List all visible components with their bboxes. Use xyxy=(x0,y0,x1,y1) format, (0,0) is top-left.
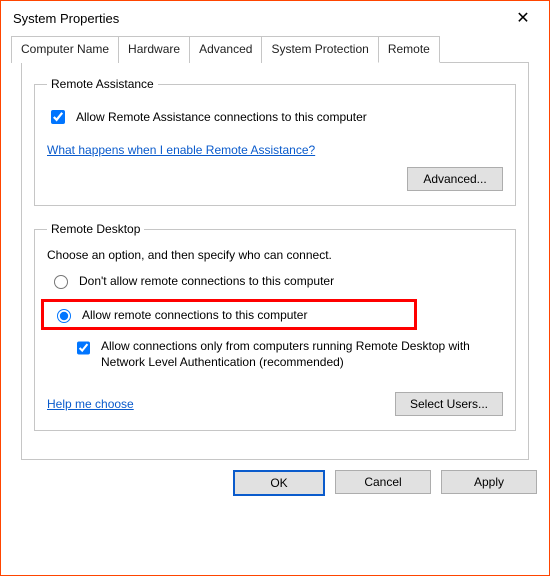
radio-allow-remote[interactable] xyxy=(57,309,71,323)
window-title: System Properties xyxy=(13,11,119,26)
legend-remote-desktop: Remote Desktop xyxy=(47,222,144,236)
highlight-allow-remote: Allow remote connections to this compute… xyxy=(41,299,417,330)
tab-strip: Computer Name Hardware Advanced System P… xyxy=(11,35,539,62)
button-select-users[interactable]: Select Users... xyxy=(395,392,503,416)
label-allow-remote-assistance: Allow Remote Assistance connections to t… xyxy=(76,110,367,124)
tab-advanced[interactable]: Advanced xyxy=(189,36,262,63)
tab-panel-remote: Remote Assistance Allow Remote Assistanc… xyxy=(21,62,529,460)
tab-system-protection[interactable]: System Protection xyxy=(261,36,378,63)
group-remote-assistance: Remote Assistance Allow Remote Assistanc… xyxy=(34,77,516,206)
system-properties-window: System Properties ✕ Computer Name Hardwa… xyxy=(0,0,550,576)
titlebar: System Properties ✕ xyxy=(1,1,549,35)
row-nla: Allow connections only from computers ru… xyxy=(73,338,503,370)
row-ra-checkbox: Allow Remote Assistance connections to t… xyxy=(47,107,503,127)
button-cancel[interactable]: Cancel xyxy=(335,470,431,494)
group-remote-desktop: Remote Desktop Choose an option, and the… xyxy=(34,222,516,431)
tab-hardware[interactable]: Hardware xyxy=(118,36,190,63)
text-rd-instruction: Choose an option, and then specify who c… xyxy=(47,248,503,262)
tab-remote[interactable]: Remote xyxy=(378,36,440,63)
button-apply[interactable]: Apply xyxy=(441,470,537,494)
radio-deny-remote[interactable] xyxy=(54,275,68,289)
label-nla: Allow connections only from computers ru… xyxy=(101,338,503,370)
label-allow-remote: Allow remote connections to this compute… xyxy=(82,308,307,322)
label-deny-remote: Don't allow remote connections to this c… xyxy=(79,274,334,288)
checkbox-allow-remote-assistance[interactable] xyxy=(51,110,65,124)
row-rd-bottom: Help me choose Select Users... xyxy=(47,392,503,416)
checkbox-nla[interactable] xyxy=(77,341,90,355)
button-ok[interactable]: OK xyxy=(233,470,325,496)
tab-computer-name[interactable]: Computer Name xyxy=(11,36,119,63)
legend-remote-assistance: Remote Assistance xyxy=(47,77,158,91)
link-ra-help[interactable]: What happens when I enable Remote Assist… xyxy=(47,143,315,157)
tabs-container: Computer Name Hardware Advanced System P… xyxy=(1,35,549,460)
link-help-me-choose[interactable]: Help me choose xyxy=(47,397,134,411)
radio-row-allow: Allow remote connections to this compute… xyxy=(50,306,408,323)
button-ra-advanced[interactable]: Advanced... xyxy=(407,167,503,191)
close-icon[interactable]: ✕ xyxy=(503,4,543,32)
radio-row-deny: Don't allow remote connections to this c… xyxy=(47,272,503,289)
dialog-button-row: OK Cancel Apply xyxy=(1,460,549,508)
